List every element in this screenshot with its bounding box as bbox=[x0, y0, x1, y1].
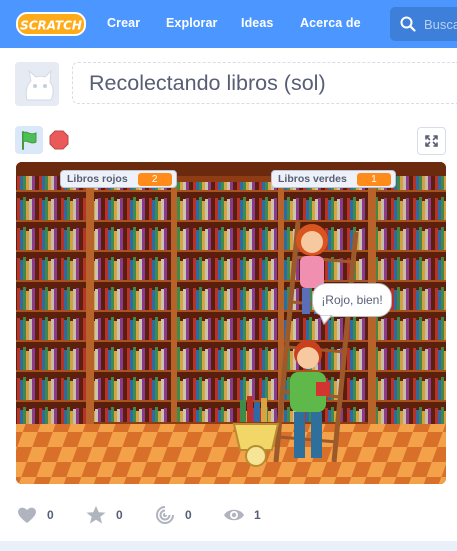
monitor-label: Libros rojos bbox=[67, 173, 128, 185]
fullscreen-button[interactable] bbox=[417, 127, 446, 155]
cat-icon bbox=[15, 62, 59, 106]
monitor-value: 1 bbox=[356, 172, 391, 186]
search-icon bbox=[400, 16, 416, 32]
search-input[interactable] bbox=[424, 15, 457, 33]
top-navbar: SCRATCH Crear Explorar Ideas Acerca de bbox=[0, 0, 457, 48]
star-icon bbox=[86, 506, 106, 524]
eye-icon bbox=[224, 509, 244, 521]
green-flag-button[interactable] bbox=[15, 126, 43, 154]
search-box[interactable] bbox=[390, 7, 457, 41]
monitor-label: Libros verdes bbox=[278, 173, 347, 185]
nav-create[interactable]: Crear bbox=[107, 16, 140, 30]
project-title[interactable]: Recolectando libros (sol) bbox=[89, 71, 326, 96]
love-count: 0 bbox=[47, 508, 54, 522]
love-stat[interactable]: 0 bbox=[16, 505, 54, 525]
book-cart-sprite[interactable] bbox=[230, 392, 282, 468]
green-flag-icon bbox=[22, 131, 37, 150]
project-stage[interactable]: Libros rojos 2 Libros verdes 1 ¡Rojo, bi… bbox=[16, 162, 446, 484]
views-stat: 1 bbox=[223, 505, 261, 525]
nav-ideas[interactable]: Ideas bbox=[241, 16, 273, 30]
nav-explore[interactable]: Explorar bbox=[166, 16, 218, 30]
monitor-green-books[interactable]: Libros verdes 1 bbox=[271, 170, 396, 188]
avatar[interactable] bbox=[15, 62, 59, 106]
heart-icon bbox=[18, 507, 36, 523]
remix-stat: 0 bbox=[154, 505, 192, 525]
monitor-value: 2 bbox=[137, 172, 172, 186]
remix-count: 0 bbox=[185, 508, 192, 522]
favorite-stat[interactable]: 0 bbox=[85, 505, 123, 525]
page-bottom-band bbox=[0, 541, 457, 551]
speech-bubble-tail bbox=[320, 315, 333, 325]
nav-about[interactable]: Acerca de bbox=[300, 16, 361, 30]
remix-icon bbox=[156, 506, 174, 524]
views-count: 1 bbox=[254, 508, 261, 522]
scratch-logo[interactable]: SCRATCH bbox=[16, 10, 86, 38]
speech-bubble: ¡Rojo, bien! bbox=[312, 283, 392, 317]
favorite-count: 0 bbox=[116, 508, 123, 522]
stop-icon[interactable] bbox=[49, 130, 69, 150]
logo-text: SCRATCH bbox=[20, 19, 82, 33]
fullscreen-icon bbox=[425, 135, 438, 147]
project-title-field[interactable]: Recolectando libros (sol) bbox=[72, 62, 457, 104]
boy-sprite[interactable] bbox=[280, 338, 336, 466]
monitor-red-books[interactable]: Libros rojos 2 bbox=[60, 170, 177, 188]
